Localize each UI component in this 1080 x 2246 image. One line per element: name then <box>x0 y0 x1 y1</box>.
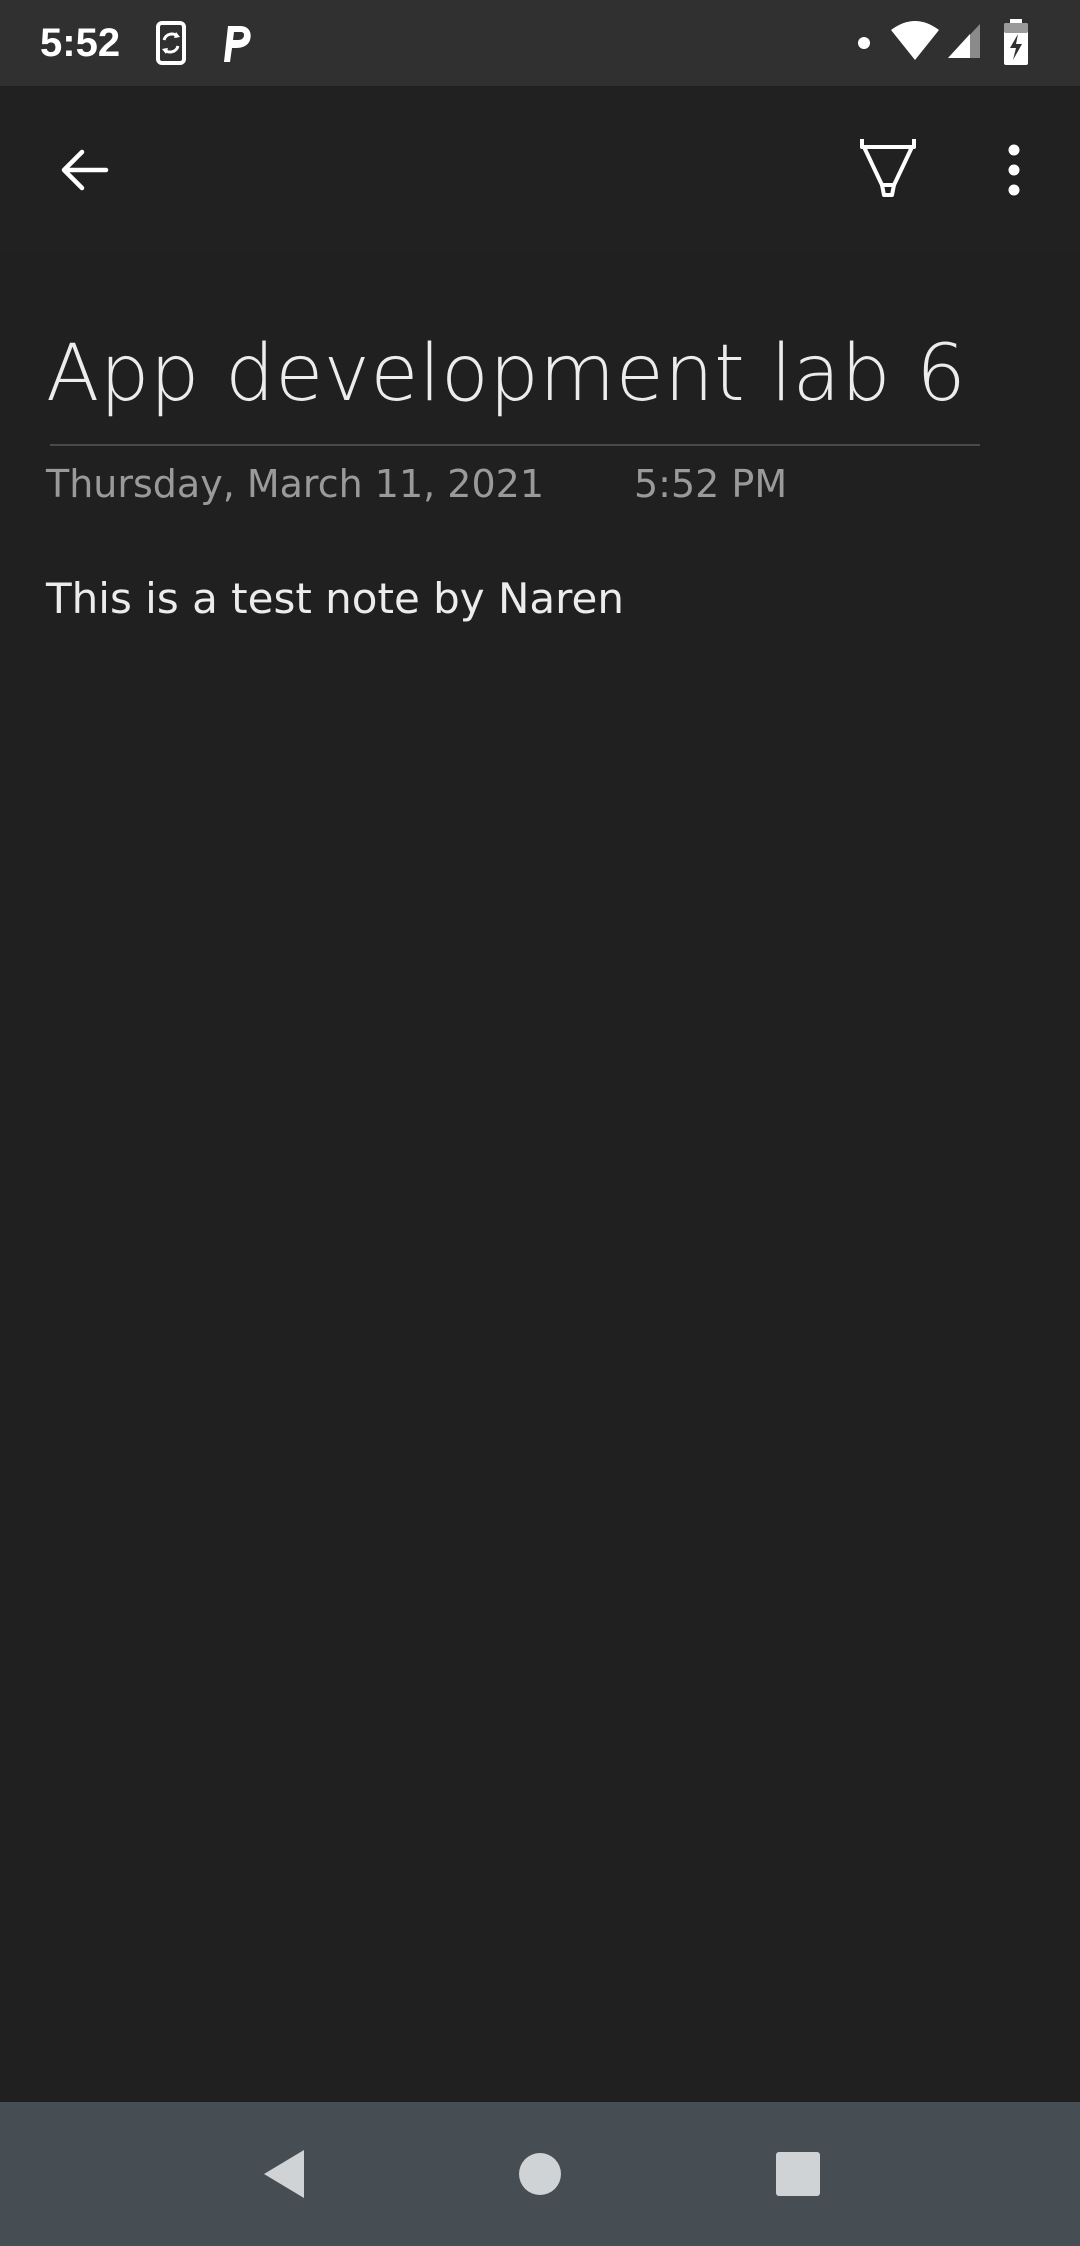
note-title[interactable]: App development lab 6 <box>46 326 966 422</box>
note-time: 5:52 PM <box>634 462 788 506</box>
parking-app-icon <box>224 26 251 62</box>
highlighter-button[interactable] <box>846 126 930 212</box>
battery-charging-icon <box>1004 19 1028 65</box>
wifi-icon <box>891 21 939 60</box>
title-divider <box>50 444 980 446</box>
nav-home-button[interactable] <box>492 2126 588 2222</box>
nav-home-icon <box>519 2153 561 2195</box>
navigation-bar <box>0 2102 1080 2246</box>
note-body[interactable]: This is a test note by Naren <box>46 564 624 634</box>
nav-back-button[interactable] <box>236 2126 332 2222</box>
back-button[interactable] <box>40 130 128 210</box>
notification-dot-icon <box>858 37 870 49</box>
nav-recents-button[interactable] <box>750 2126 846 2222</box>
note-content: App development lab 6 Thursday, March 11… <box>0 254 1080 2102</box>
toolbar <box>0 86 1080 254</box>
nav-recents-icon <box>776 2152 820 2196</box>
cellular-signal-icon <box>948 24 980 58</box>
screen-rotation-icon <box>156 21 186 65</box>
note-date: Thursday, March 11, 2021 <box>46 462 544 506</box>
more-options-button[interactable] <box>982 126 1046 214</box>
status-time: 5:52 <box>40 21 121 65</box>
more-options-icon <box>1008 144 1020 196</box>
nav-back-icon <box>264 2150 304 2198</box>
back-arrow-icon <box>61 149 109 191</box>
highlighter-pen-icon <box>860 139 916 197</box>
status-bar: 5:52 <box>0 0 1080 86</box>
